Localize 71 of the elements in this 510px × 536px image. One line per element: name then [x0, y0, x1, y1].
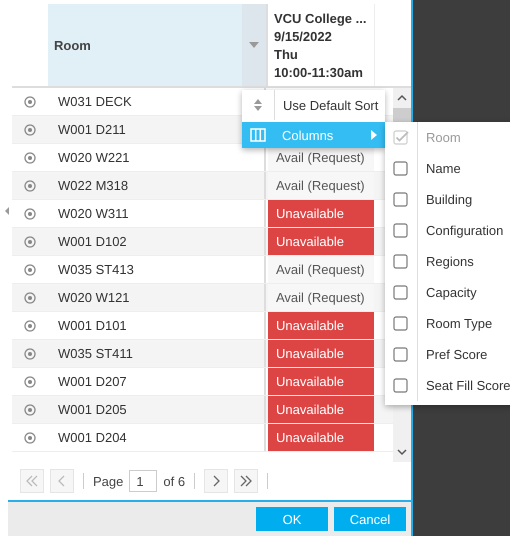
- target-icon[interactable]: [24, 348, 36, 360]
- room-name: W001 D205: [58, 402, 127, 417]
- target-icon[interactable]: [24, 404, 36, 416]
- column-header[interactable]: Room: [48, 4, 242, 86]
- status-cell: Unavailable: [268, 340, 374, 367]
- target-icon[interactable]: [24, 124, 36, 136]
- checkbox[interactable]: [393, 378, 409, 394]
- column-option[interactable]: Pref Score: [385, 339, 510, 370]
- page-count: of 6: [163, 474, 186, 488]
- target-icon[interactable]: [24, 208, 36, 220]
- target-icon[interactable]: [24, 432, 36, 444]
- room-name: W001 D207: [58, 374, 127, 389]
- checkbox[interactable]: [393, 284, 409, 300]
- target-icon[interactable]: [24, 180, 36, 192]
- column-option[interactable]: Building: [385, 184, 510, 215]
- double-chevron-left-icon: [25, 475, 39, 487]
- target-icon[interactable]: [24, 376, 36, 388]
- room-name: W001 D102: [58, 234, 127, 249]
- status-cell: Unavailable: [268, 228, 374, 255]
- scroll-down-icon[interactable]: [397, 448, 407, 456]
- target-icon[interactable]: [24, 320, 36, 332]
- room-name: W001 D211: [58, 122, 126, 137]
- status-cell: Unavailable: [268, 312, 374, 339]
- target-icon[interactable]: [24, 264, 36, 276]
- checkbox[interactable]: [393, 316, 409, 332]
- scroll-up-icon[interactable]: [397, 94, 407, 102]
- column-option[interactable]: Configuration: [385, 215, 510, 246]
- room-name: W022 M318: [58, 178, 128, 193]
- checkbox[interactable]: [393, 222, 409, 238]
- status-cell: Unavailable: [268, 368, 374, 395]
- column-option[interactable]: Name: [385, 153, 510, 184]
- chevron-right-icon: [211, 475, 222, 487]
- room-name: W020 W311: [58, 206, 129, 221]
- double-chevron-right-icon: [239, 475, 254, 487]
- caret-icon: [249, 42, 259, 48]
- checkbox[interactable]: [393, 346, 409, 362]
- column-option[interactable]: Regions: [385, 246, 510, 277]
- page-number-field[interactable]: 1: [129, 470, 158, 492]
- status-cell: Unavailable: [268, 200, 374, 227]
- submenu-arrow-icon: [371, 130, 377, 140]
- next-page-button[interactable]: [204, 469, 228, 493]
- column-option[interactable]: Capacity: [385, 277, 510, 308]
- room-name: W020 W221: [58, 150, 130, 165]
- target-icon[interactable]: [24, 96, 36, 108]
- room-name: W031 DECK: [58, 94, 132, 109]
- scrollbar-thumb[interactable]: [393, 108, 411, 122]
- sort-icon: [253, 98, 263, 112]
- room-name: W001 D101: [58, 318, 127, 333]
- chevron-left-icon: [57, 475, 67, 487]
- room-name: W035 ST413: [58, 262, 134, 277]
- target-icon[interactable]: [24, 152, 36, 164]
- status-cell: Unavailable: [268, 396, 374, 423]
- room-name: W001 D204: [58, 430, 127, 445]
- first-page-button[interactable]: [20, 469, 44, 493]
- status-cell: Avail (Request): [268, 256, 374, 283]
- checkbox[interactable]: [393, 254, 409, 270]
- last-page-button[interactable]: [234, 469, 258, 493]
- room-name: W035 ST411: [58, 346, 133, 361]
- page-label: Page: [93, 474, 124, 488]
- column-option[interactable]: Seat Fill Score: [385, 370, 510, 401]
- columns-icon: [250, 128, 266, 142]
- menu-item[interactable]: Use Default Sort: [242, 90, 385, 120]
- previous-page-button[interactable]: [50, 469, 74, 493]
- column-header[interactable]: VCU College ... 9/15/2022 Thu 10:00-11:30am: [266, 4, 374, 86]
- checkbox[interactable]: [393, 160, 409, 176]
- target-icon[interactable]: [24, 292, 36, 304]
- column-option[interactable]: Room Type: [385, 308, 510, 339]
- room-name: W020 W121: [58, 290, 130, 305]
- target-icon[interactable]: [24, 236, 36, 248]
- checkbox[interactable]: [393, 192, 409, 208]
- status-cell: Unavailable: [268, 424, 374, 451]
